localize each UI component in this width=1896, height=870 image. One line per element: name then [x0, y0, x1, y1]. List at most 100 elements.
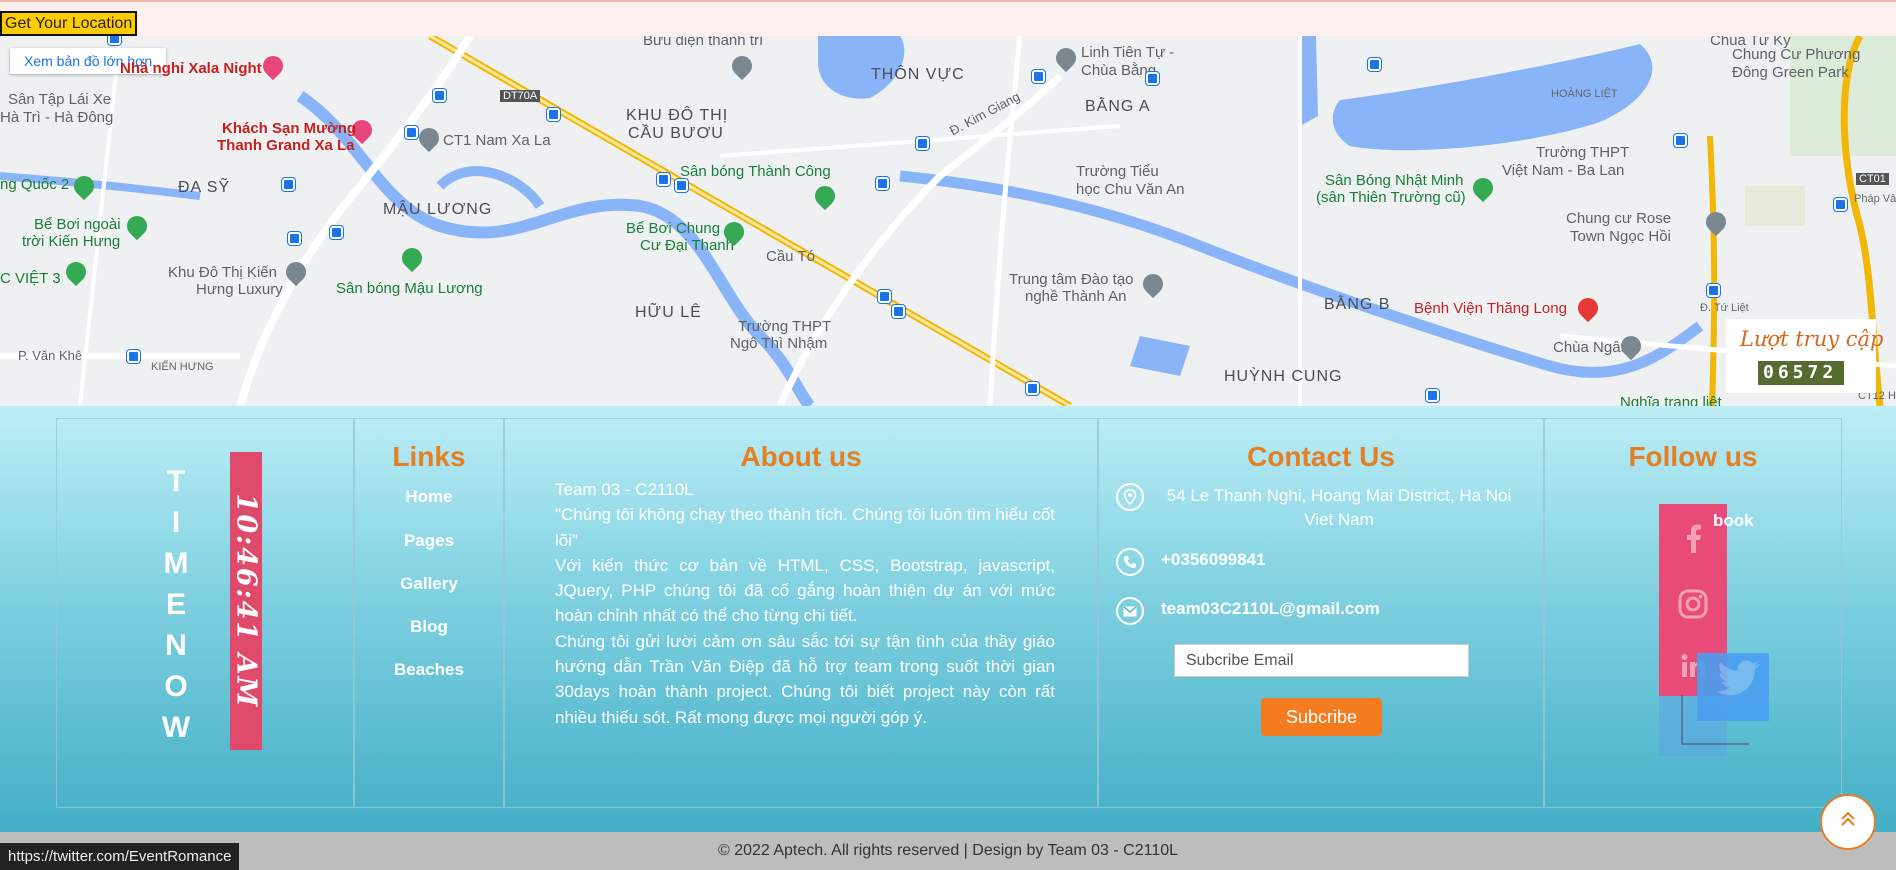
twitter-icon[interactable] [1697, 653, 1769, 721]
bus-stop-icon[interactable] [916, 137, 929, 150]
subscribe-button[interactable]: Subcribe [1261, 698, 1382, 736]
double-chevron-up-icon [1839, 810, 1857, 834]
bus-stop-icon[interactable] [1707, 284, 1720, 297]
map-label: HOÀNG LIỆT [1551, 88, 1618, 100]
bus-stop-icon[interactable] [108, 36, 121, 45]
map-label: Sân Tập Lái Xe [8, 91, 112, 108]
map-label: Chùa Bằng [1081, 62, 1157, 79]
map-label: Bưu điện thanh trì [643, 36, 764, 49]
map-label: Thanh Grand Xa La [217, 137, 355, 154]
map-label: Bể Bơi ngoài [34, 216, 121, 233]
map-label: (sân Thiên Trường cũ) [1316, 189, 1466, 206]
map-label: CẦU BƯƠU [628, 125, 724, 142]
map-label: học Chu Văn An [1076, 181, 1185, 198]
visit-counter-title: Lượt truy cập [1740, 327, 1884, 351]
footer: T I M E N O W 10:46:41 AM Links Home Pag… [0, 406, 1896, 832]
time-now-label: T I M E N O W [161, 461, 191, 748]
map-label: Trung tâm Đào tạo [1009, 271, 1134, 288]
contact-phone[interactable]: +0356099841 [1161, 550, 1265, 570]
bus-stop-icon[interactable] [1368, 58, 1381, 71]
bus-stop-icon[interactable] [330, 226, 343, 239]
footer-link-pages[interactable]: Pages [355, 531, 503, 551]
road-label: Pháp Vân [1854, 193, 1896, 205]
visit-counter: Lượt truy cập 06572 [1726, 319, 1884, 393]
about-paragraph: Chúng tôi gửi lười cảm ơn sâu sắc tới sự… [555, 631, 1055, 727]
map-label: Chung Cư Phương [1732, 46, 1861, 63]
contact-address: 54 Le Thanh Nghi, Hoang Mai District, Ha… [1166, 486, 1512, 529]
bus-stop-icon[interactable] [1674, 134, 1687, 147]
bus-stop-icon[interactable] [878, 290, 891, 303]
embedded-map[interactable]: Xem bản đồ lớn hơn Nhà nghỉ Xala Night B… [0, 36, 1896, 406]
bus-stop-icon[interactable] [288, 232, 301, 245]
bus-stop-icon[interactable] [892, 305, 905, 318]
contact-email[interactable]: team03C2110L@gmail.com [1161, 599, 1380, 619]
about-team: Team 03 - C2110L [555, 480, 694, 499]
bus-stop-icon[interactable] [405, 126, 418, 139]
get-location-button[interactable]: Get Your Location [0, 11, 138, 36]
road-label: CT01 [1856, 173, 1889, 185]
map-label: Bệnh Viện Thăng Long [1414, 300, 1567, 317]
bus-stop-icon[interactable] [1426, 389, 1439, 402]
map-label: HUỲNH CUNG [1224, 368, 1343, 385]
map-label: trời Kiến Hưng [22, 233, 121, 250]
map-label: Khu Đô Thị Kiến [168, 264, 277, 281]
top-bar: Get Your Location [0, 0, 1896, 36]
bus-stop-icon[interactable] [876, 177, 889, 190]
time-now-letter: O [164, 670, 188, 703]
bus-stop-icon[interactable] [1032, 70, 1045, 83]
map-label: Linh Tiên Tự - [1081, 44, 1175, 61]
bus-stop-icon[interactable] [1146, 72, 1159, 85]
map-label: ng Quốc 2 [0, 176, 70, 193]
email-icon [1116, 597, 1144, 625]
map-label: Nhà nghỉ Xala Night [120, 60, 262, 77]
about-text: Team 03 - C2110L "Chúng tôi không chạy t… [555, 477, 1055, 730]
map-label: Chùa Ngâu [1553, 339, 1629, 356]
bus-stop-icon[interactable] [657, 173, 670, 186]
clock-time: 10:46:41 AM [230, 493, 262, 709]
map-label: Town Ngọc Hồi [1570, 228, 1671, 245]
map-label: Cư Đại Thanh [640, 237, 734, 254]
map-label: MẬU LƯƠNG [383, 201, 493, 218]
bus-stop-icon[interactable] [675, 179, 688, 192]
bus-stop-icon[interactable] [547, 108, 560, 121]
map-label: nghề Thành An [1025, 288, 1127, 305]
map-label: CT1 Nam Xa La [443, 132, 551, 149]
bus-stop-icon[interactable] [1834, 198, 1847, 211]
time-now-letter: E [165, 588, 186, 621]
about-column: About us Team 03 - C2110L "Chúng tôi khô… [504, 418, 1098, 808]
map-label: ĐA SỸ [178, 179, 231, 196]
bus-stop-icon[interactable] [1026, 382, 1039, 395]
map-label: Sân bóng Thành Công [680, 163, 831, 180]
map-label: BẰNG A [1085, 98, 1151, 115]
bus-stop-icon[interactable] [282, 178, 295, 191]
map-label: Ngô Thì Nhậm [730, 335, 828, 352]
footer-link-gallery[interactable]: Gallery [355, 574, 503, 594]
footer-link-blog[interactable]: Blog [355, 617, 503, 637]
phone-icon [1116, 548, 1144, 576]
map-label: Đông Green Park [1732, 64, 1849, 81]
bus-stop-icon[interactable] [127, 350, 140, 363]
road-label: DT70A [500, 90, 541, 102]
copyright-bar: © 2022 Aptech. All rights reserved | Des… [0, 832, 1896, 870]
time-now-letter: N [165, 629, 187, 662]
location-pin-icon [1116, 483, 1144, 511]
map-label: Trường THPT [1536, 144, 1630, 161]
facebook-label[interactable]: book [1713, 511, 1754, 531]
scroll-to-top-button[interactable] [1820, 794, 1876, 850]
instagram-icon[interactable] [1659, 574, 1727, 634]
time-now-letter: I [171, 506, 181, 539]
map-label: P. Văn Khê [18, 348, 83, 363]
map-label: Sân bóng Mậu Lương [336, 280, 483, 297]
footer-link-beaches[interactable]: Beaches [355, 660, 503, 680]
map-label: THÔN VỰC [871, 66, 965, 83]
bus-stop-icon[interactable] [433, 89, 446, 102]
map-label: KHU ĐÔ THỊ [626, 107, 729, 124]
subscribe-email-input[interactable] [1174, 644, 1469, 677]
map-label: Việt Nam - Ba Lan [1502, 162, 1625, 179]
about-quote: "Chúng tôi không chạy theo thành tích. C… [555, 505, 1055, 550]
copyright-text: © 2022 Aptech. All rights reserved | Des… [717, 842, 1179, 859]
map-label: Sân Bóng Nhật Minh [1325, 172, 1464, 189]
map-label: Khách Sạn Mường [222, 120, 357, 137]
road-label: Đ. Tứ Liệt [1700, 302, 1749, 314]
footer-link-home[interactable]: Home [355, 487, 503, 507]
